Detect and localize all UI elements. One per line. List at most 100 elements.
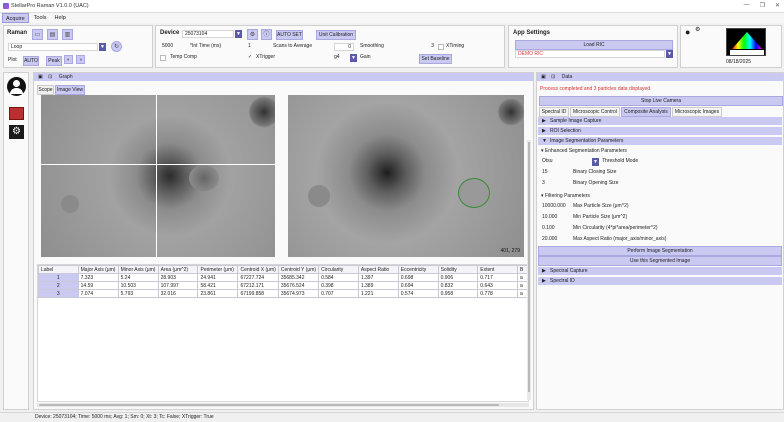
peak-button[interactable]: Peak — [46, 56, 62, 66]
col-header[interactable]: Centroid Y (μm) — [277, 265, 320, 274]
gain-dropdown-icon[interactable]: ▼ — [350, 54, 357, 62]
data-pin-icon[interactable]: ▣ — [541, 74, 546, 80]
print-icon[interactable]: ▥ — [62, 29, 73, 40]
plot-auto-button[interactable]: AUTO — [23, 56, 39, 66]
settings-small-icon[interactable]: ⚙ — [695, 27, 700, 34]
menu-tools[interactable]: Tools — [31, 13, 50, 23]
section-sample-image-capture[interactable]: ▶ Sample Image Capture — [538, 117, 782, 125]
set-baseline-button[interactable]: Set Baseline — [419, 54, 452, 64]
tab-microscopic-images[interactable]: Microscopic Images — [672, 107, 722, 117]
enhanced-seg-header[interactable]: ▾ Enhanced Segmentation Parameters — [541, 148, 627, 155]
xtiming-checkbox[interactable] — [438, 44, 444, 50]
min-circularity-input[interactable]: 0.100 — [540, 225, 572, 233]
col-header[interactable]: Circularity — [318, 265, 359, 274]
xtiming-input[interactable]: 3 — [418, 43, 436, 51]
unit-calibration-button[interactable]: Unit Calibration — [316, 30, 356, 40]
settings-gear-icon[interactable]: ⚙ — [9, 125, 24, 139]
closing-size-input[interactable]: 15 — [540, 169, 570, 177]
min-particle-input[interactable]: 10.000 — [540, 214, 572, 222]
record-icon[interactable] — [9, 107, 24, 120]
bulb-icon[interactable]: ● — [685, 28, 690, 37]
int-time-input[interactable]: 5000 — [160, 43, 186, 51]
maximize-button[interactable]: ❐ — [760, 2, 765, 9]
col-header[interactable]: Solidity — [437, 265, 479, 274]
section-roi-selection[interactable]: ▶ ROI Selection — [538, 127, 782, 135]
ric-select[interactable]: DEMO RIC — [515, 50, 665, 58]
graph-window-icon[interactable]: ⊡ — [48, 74, 52, 80]
col-header[interactable]: Eccentricity — [397, 265, 439, 274]
temp-comp-checkbox[interactable] — [160, 55, 166, 61]
xtrigger-check-icon[interactable]: ✓ — [248, 54, 252, 61]
graph-pin-icon[interactable]: ▣ — [38, 74, 43, 80]
results-table-wrap: Label Major Axis (μm) Minor Axis (μm) Ar… — [37, 264, 529, 402]
col-header[interactable]: Area (μm^2) — [157, 265, 199, 274]
new-file-icon[interactable]: ▭ — [32, 29, 43, 40]
tab-spectral-id[interactable]: Spectral ID — [539, 107, 569, 117]
filtering-header[interactable]: ▾ Filtering Parameters — [541, 193, 590, 200]
open-file-icon[interactable]: ▤ — [47, 29, 58, 40]
col-header[interactable]: Extent — [477, 265, 518, 274]
device-connect-icon[interactable]: ⚙ — [247, 29, 258, 40]
perform-segmentation-button[interactable]: Perform Image Segmentation — [538, 246, 782, 256]
opening-size-input[interactable]: 3 — [540, 180, 570, 188]
ric-dropdown-icon[interactable]: ▼ — [666, 50, 673, 58]
section-image-segmentation[interactable]: ▼ Image Segmentation Parameters — [538, 137, 782, 145]
col-header[interactable]: Perimeter (μm) — [197, 265, 239, 274]
table-cell: 35685.342 — [277, 273, 320, 282]
table-cell: 24.941 — [197, 273, 239, 282]
auto-set-button[interactable]: AUTO SET — [276, 30, 303, 40]
col-header[interactable]: Minor Axis (μm) — [117, 265, 159, 274]
plot-tool-a-icon[interactable]: ◐ — [64, 55, 73, 64]
user-avatar-icon[interactable] — [7, 77, 26, 96]
camera-image-right[interactable]: 401, 279 — [288, 95, 524, 257]
table-row[interactable]: 1 7.323 5.24 28.903 24.941 67227.724 356… — [38, 273, 528, 282]
camera-image-left[interactable] — [41, 95, 275, 257]
table-cell: 35674.973 — [277, 289, 320, 298]
device-info-icon[interactable]: ⓘ — [261, 29, 272, 40]
col-header[interactable]: Label — [38, 265, 79, 274]
xtiming-label: XTiming — [446, 43, 465, 49]
threshold-dropdown-icon[interactable]: ▼ — [592, 158, 599, 166]
gain-value[interactable]: g4 — [334, 54, 340, 61]
tab-microscopic-control[interactable]: Microscopic Control — [570, 107, 620, 117]
row-label[interactable]: 3 — [38, 289, 79, 298]
scans-input[interactable]: 1 — [246, 43, 270, 51]
max-particle-input[interactable]: 10000.000 — [540, 203, 572, 211]
menu-help[interactable]: Help — [52, 13, 69, 23]
data-vertical-scrollbar[interactable] — [527, 140, 531, 400]
col-header[interactable]: Major Axis (μm) — [77, 265, 119, 274]
table-row[interactable]: 2 14.59 10.503 107.997 58.421 67212.171 … — [38, 281, 528, 290]
smoothing-input[interactable]: 0 — [334, 43, 354, 51]
refresh-icon[interactable]: ↻ — [111, 41, 122, 52]
table-row[interactable]: 3 7.074 5.793 32.016 23.861 67199.858 35… — [38, 289, 528, 298]
section-spectral-capture[interactable]: ▶ Spectral Capture — [538, 267, 782, 275]
device-dropdown-icon[interactable]: ▼ — [235, 30, 242, 38]
minimize-button[interactable]: — — [744, 2, 750, 9]
tab-composite-analysis[interactable]: Composite Analysis — [621, 107, 671, 117]
section-spectral-id[interactable]: ▶ Spectral ID — [538, 277, 782, 285]
stop-live-camera-button[interactable]: Stop Live Camera — [539, 96, 783, 106]
row-label[interactable]: 1 — [38, 273, 79, 282]
tab-scope[interactable]: Scope — [37, 85, 54, 95]
max-aspect-input[interactable]: 20.000 — [540, 236, 572, 244]
graph-title: Graph — [58, 74, 73, 80]
threshold-mode-select[interactable]: Otsu — [540, 158, 590, 166]
table-cell: 0.832 — [437, 281, 479, 290]
tab-image-view[interactable]: Image View — [55, 85, 85, 95]
device-id-select[interactable]: 25073104 — [182, 30, 234, 38]
data-window-icon[interactable]: ⊡ — [551, 74, 555, 80]
table-cell: 0.643 — [477, 281, 518, 290]
row-label[interactable]: 2 — [38, 281, 79, 290]
table-cell: 107.997 — [157, 281, 199, 290]
close-button[interactable]: ✕ — [775, 2, 780, 9]
col-header[interactable]: Centroid X (μm) — [237, 265, 279, 274]
menu-acquire[interactable]: Acquire — [2, 13, 29, 23]
plot-tool-b-icon[interactable]: ◑ — [76, 55, 85, 64]
mode-dropdown-icon[interactable]: ▼ — [99, 43, 106, 51]
load-ric-button[interactable]: Load RIC — [515, 40, 673, 50]
window-title: StellarPro Raman V1.0.0 (UAC) — [11, 3, 89, 9]
use-segmented-image-button[interactable]: Use this Segmented Image — [538, 256, 782, 266]
table-horizontal-scrollbar[interactable] — [37, 403, 529, 407]
mode-select[interactable]: Loop — [8, 43, 98, 51]
col-header[interactable]: Aspect Ratio — [357, 265, 399, 274]
